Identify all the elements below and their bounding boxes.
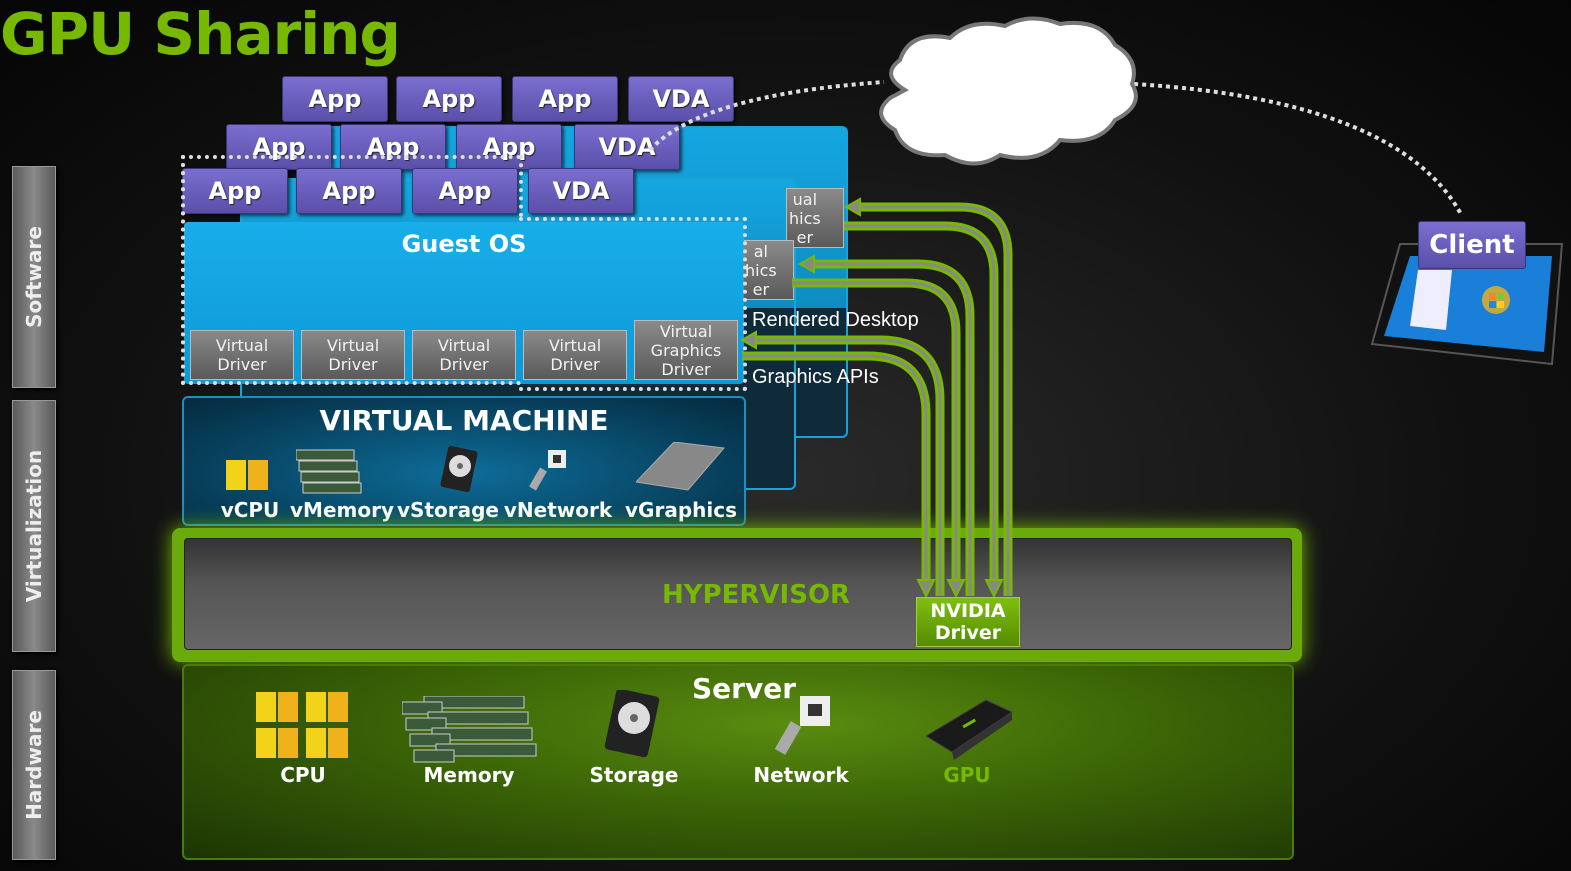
layer-hardware: Hardware xyxy=(12,670,56,860)
vda-tile[interactable]: VDA xyxy=(528,168,634,214)
vda-tile[interactable]: VDA xyxy=(628,76,734,122)
memory-label: Memory xyxy=(423,763,515,787)
vda-tile[interactable]: VDA xyxy=(574,124,680,170)
vcpu-label: vCPU xyxy=(220,498,280,522)
storage-icon xyxy=(604,690,660,758)
vstorage-icon xyxy=(440,446,478,493)
virtual-driver: Virtual Driver xyxy=(523,330,627,380)
hypervisor-label: HYPERVISOR xyxy=(662,580,851,610)
cpu-label: CPU xyxy=(280,763,326,787)
virtual-machine: VIRTUAL MACHINE vCPU vMemory vStorage vN… xyxy=(182,396,746,526)
vstorage-label: vStorage xyxy=(397,498,499,522)
gpu-label: GPU xyxy=(943,763,991,787)
cpu-icon xyxy=(256,692,348,758)
vgraphics-label: vGraphics xyxy=(625,498,737,522)
page-title: GPU Sharing xyxy=(0,0,401,68)
network-icon xyxy=(774,696,830,755)
app-tile[interactable]: App xyxy=(512,76,618,122)
vcpu-icon xyxy=(226,460,268,490)
back-graphics-driver-2: ual hics er xyxy=(786,188,844,248)
selection-outline xyxy=(181,381,521,385)
vmemory-label: vMemory xyxy=(290,498,394,522)
memory-icon xyxy=(402,696,537,763)
nvidia-driver: NVIDIA Driver xyxy=(916,597,1020,647)
layer-software: Software xyxy=(12,166,56,388)
virtual-driver: Virtual Driver xyxy=(412,330,516,380)
back-graphics-driver-1: al hics er xyxy=(742,240,794,300)
vgraphics-icon xyxy=(636,442,725,491)
selection-outline xyxy=(519,155,523,217)
network-label: Network xyxy=(753,763,849,787)
vnetwork-label: vNetwork xyxy=(503,498,613,522)
vm-title: VIRTUAL MACHINE xyxy=(319,404,609,437)
gpu-icon xyxy=(925,699,1014,760)
rendered-desktop-label: Rendered Desktop xyxy=(752,309,919,331)
app-tile[interactable]: App xyxy=(396,76,502,122)
graphics-apis-label: Graphics APIs xyxy=(752,366,879,388)
vnetwork-icon xyxy=(529,450,566,491)
selection-outline xyxy=(181,155,185,385)
arrowhead-left xyxy=(843,197,861,217)
app-tile[interactable]: App xyxy=(282,76,388,122)
vmemory-icon xyxy=(296,449,362,494)
layer-virtualization: Virtualization xyxy=(12,400,56,652)
virtual-graphics-driver: Virtual Graphics Driver xyxy=(634,320,738,380)
storage-label: Storage xyxy=(589,763,679,787)
cloud-to-client-link xyxy=(1133,82,1464,217)
client-label: Client xyxy=(1418,221,1526,269)
virtual-driver: Virtual Driver xyxy=(190,330,294,380)
virtual-driver: Virtual Driver xyxy=(301,330,405,380)
